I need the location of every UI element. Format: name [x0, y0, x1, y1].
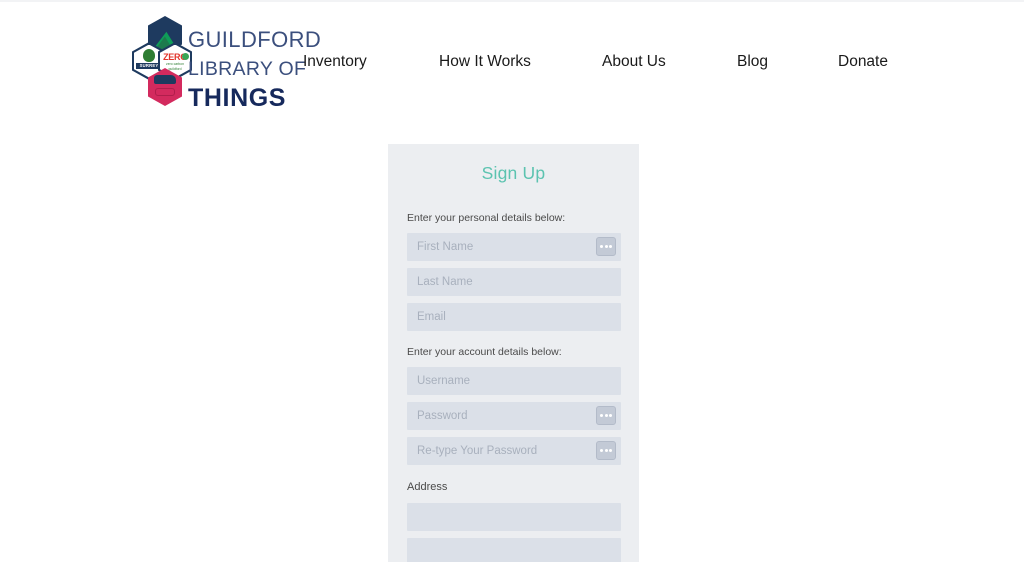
address-line2-field-wrap	[407, 538, 621, 562]
address-label: Address	[407, 481, 448, 493]
signup-title: Sign Up	[481, 163, 546, 183]
password-input[interactable]	[407, 402, 621, 430]
bicycle-icon	[155, 88, 175, 96]
email-input[interactable]	[407, 303, 621, 331]
site-logo[interactable]: SURREY ZERO zero carbon guildford GUILDF…	[131, 14, 321, 112]
nav-item-inventory[interactable]: Inventory	[303, 50, 367, 74]
username-field-wrap	[407, 367, 621, 395]
address-line1-input[interactable]	[407, 503, 621, 531]
logo-line-things: THINGS	[188, 84, 287, 112]
nav-item-blog[interactable]: Blog	[737, 50, 768, 74]
logo-line-guildford: GUILDFORD	[188, 27, 322, 52]
email-field-wrap	[407, 303, 621, 331]
personal-details-label: Enter your personal details below:	[407, 212, 566, 224]
nav-item-about-us[interactable]: About Us	[602, 50, 666, 74]
retype-password-input[interactable]	[407, 437, 621, 465]
autofill-icon-retype-password[interactable]	[596, 441, 616, 460]
last-name-input[interactable]	[407, 268, 621, 296]
signup-panel: Sign Up Enter your personal details belo…	[388, 144, 639, 562]
logo-line-library-of: LIBRARY OF	[188, 58, 307, 80]
nav-item-donate[interactable]: Donate	[838, 50, 888, 74]
logo-wordmark: GUILDFORD LIBRARY OF THINGS	[184, 14, 321, 112]
site-header: SURREY ZERO zero carbon guildford GUILDF…	[0, 2, 1024, 120]
username-input[interactable]	[407, 367, 621, 395]
retype-password-field-wrap	[407, 437, 621, 465]
first-name-field-wrap	[407, 233, 621, 261]
first-name-input[interactable]	[407, 233, 621, 261]
main-navigation: Inventory How It Works About Us Blog Don…	[303, 50, 923, 76]
car-icon	[154, 75, 176, 84]
nav-item-how-it-works[interactable]: How It Works	[439, 50, 531, 74]
last-name-field-wrap	[407, 268, 621, 296]
tree-icon	[143, 49, 155, 62]
password-field-wrap	[407, 402, 621, 430]
autofill-icon-first-name[interactable]	[596, 237, 616, 256]
address-line1-field-wrap	[407, 503, 621, 531]
address-line2-input[interactable]	[407, 538, 621, 562]
autofill-icon-password[interactable]	[596, 406, 616, 425]
account-details-label: Enter your account details below:	[407, 346, 562, 358]
